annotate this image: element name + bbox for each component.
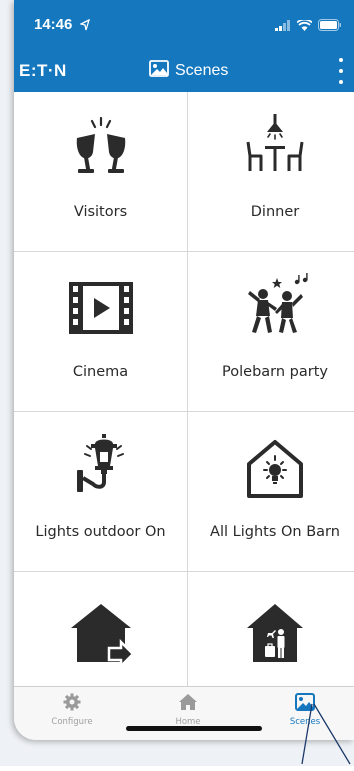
wine-glasses-cheers-icon (65, 112, 137, 184)
scene-tile-all-lights-on-barn[interactable]: All Lights On Barn (188, 412, 354, 572)
dancing-people-icon (239, 272, 311, 344)
house-leave-icon (65, 592, 137, 670)
scene-tile-cinema[interactable]: Cinema (14, 252, 188, 412)
scene-label: Polebarn party (222, 364, 328, 380)
gear-icon (63, 693, 81, 715)
nav-bar: E:T·N Scenes (14, 56, 354, 86)
location-arrow-icon (79, 18, 91, 36)
status-time: 14:46 (34, 16, 73, 33)
scene-tile-lights-outdoor-on[interactable]: Lights outdoor On (14, 412, 188, 572)
signal-icon (275, 18, 291, 36)
scene-tile-polebarn-party[interactable]: Polebarn party (188, 252, 354, 412)
device-frame: 14:46 E:T·N Scenes Visitors Dinner Cinem… (0, 0, 354, 766)
status-bar: 14:46 (14, 0, 354, 46)
house-person-travel-icon (239, 592, 311, 664)
battery-icon (318, 18, 342, 36)
more-menu-button[interactable] (336, 58, 346, 84)
scene-label: Cinema (72, 364, 129, 380)
scene-label: Visitors (73, 204, 128, 220)
dining-table-lamp-icon (239, 112, 311, 184)
film-play-icon (65, 272, 137, 344)
scene-tile-leave-house[interactable] (14, 572, 188, 686)
house-lightbulb-icon (239, 432, 311, 504)
app-header: 14:46 E:T·N Scenes (14, 0, 354, 92)
tab-configure[interactable]: Configure (37, 693, 107, 727)
scene-label: All Lights On Barn (210, 524, 340, 540)
app-screen: 14:46 E:T·N Scenes Visitors Dinner Cinem… (14, 0, 354, 740)
scene-label: Dinner (250, 204, 300, 220)
more-dot-icon (339, 69, 343, 73)
eaton-logo: E:T·N (19, 61, 67, 80)
scene-label: Lights outdoor On (35, 524, 166, 540)
scenes-image-icon (149, 60, 169, 82)
tab-home[interactable]: Home (153, 693, 223, 727)
scene-tile-dinner[interactable]: Dinner (188, 92, 354, 252)
wall-lantern-icon (65, 432, 137, 504)
scene-tile-visitors[interactable]: Visitors (14, 92, 188, 252)
callout-pointer (300, 700, 354, 766)
page-title: Scenes (175, 62, 229, 79)
home-icon (178, 694, 198, 715)
scenes-grid: Visitors Dinner Cinema Polebarn party Li… (14, 92, 354, 686)
more-dot-icon (339, 58, 343, 62)
scene-tile-away-travel[interactable] (188, 572, 354, 686)
page-title-group: Scenes (149, 60, 228, 82)
more-dot-icon (339, 80, 343, 84)
status-icons (275, 18, 342, 36)
home-indicator (126, 726, 262, 731)
tab-label: Configure (51, 717, 93, 727)
wifi-icon (296, 18, 313, 36)
